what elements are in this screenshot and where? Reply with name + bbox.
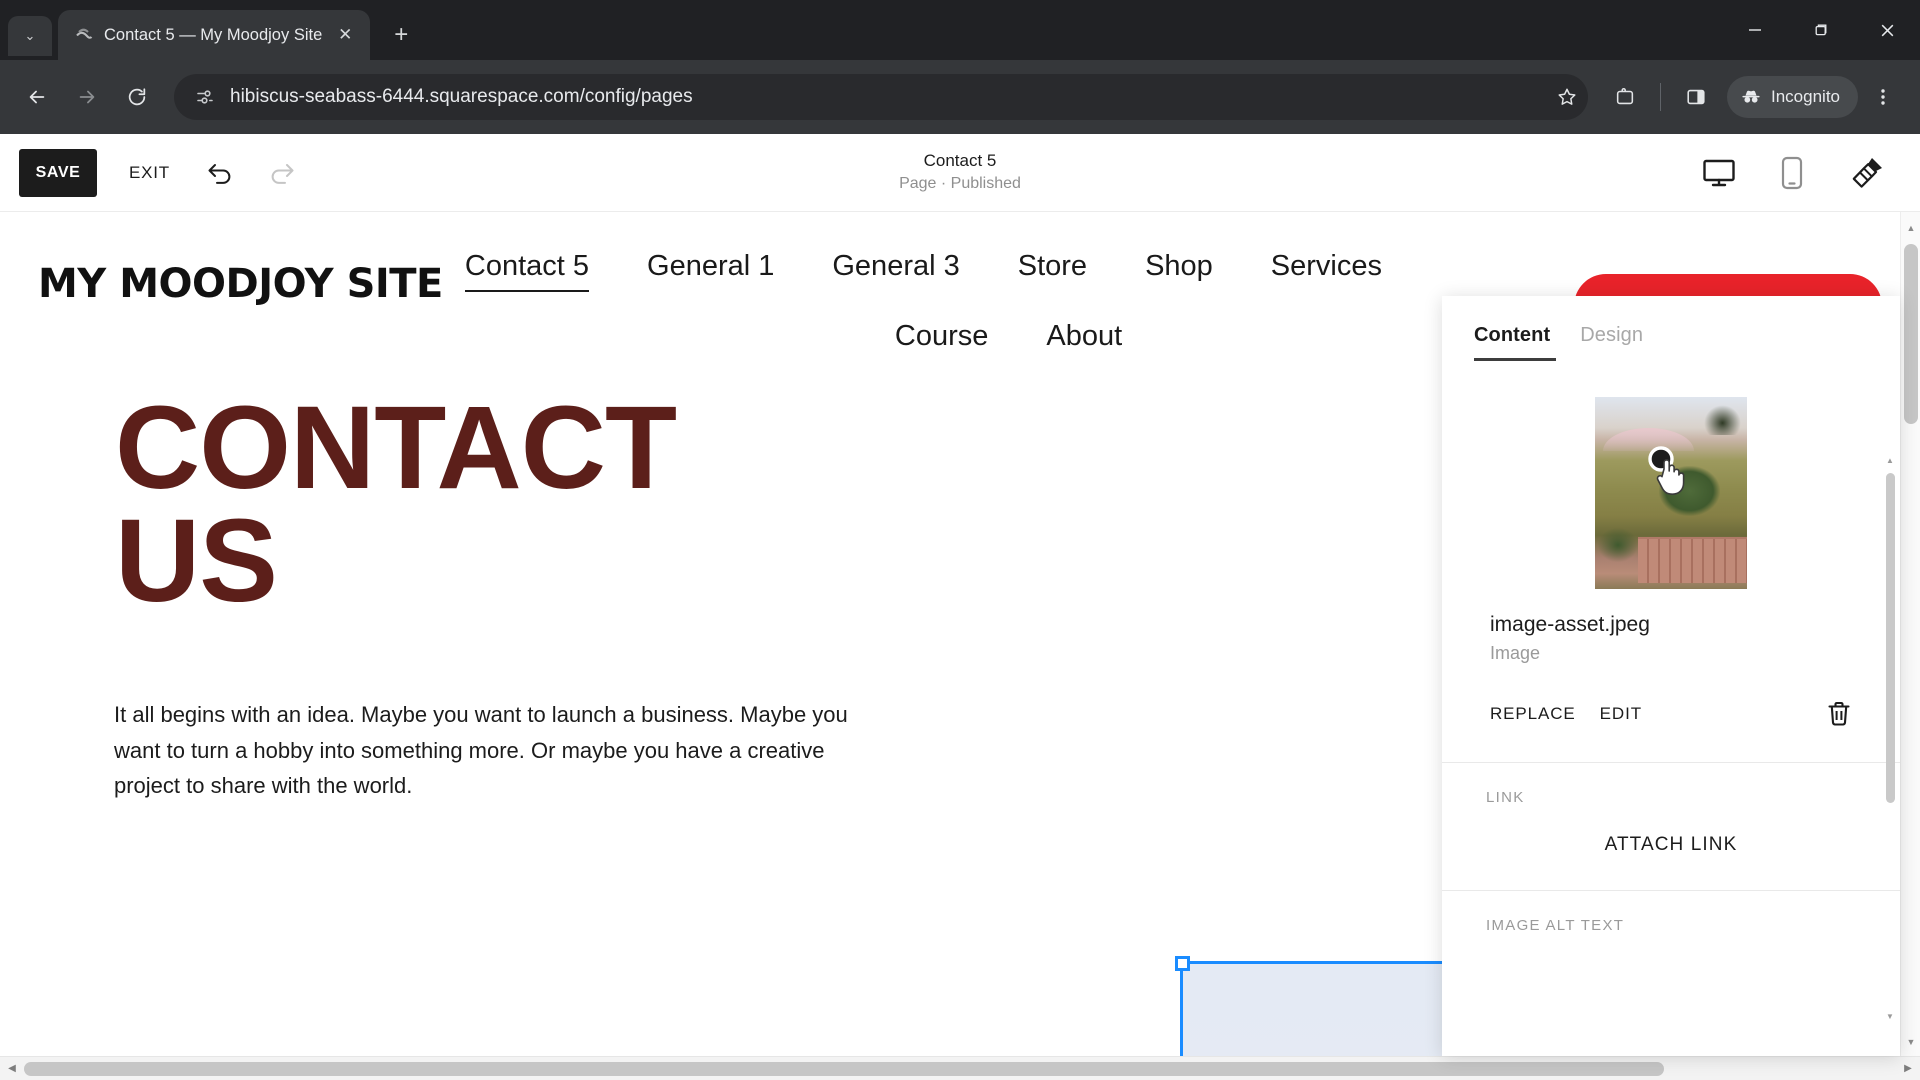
nav-item-general-3[interactable]: General 3 [832,248,959,292]
image-settings-panel: Content Design image-asset.jpeg Image RE… [1442,296,1900,1056]
incognito-indicator[interactable]: Incognito [1727,76,1858,118]
incognito-label: Incognito [1771,87,1840,106]
site-scroll-right-arrow[interactable]: ▶ [1896,1057,1920,1080]
site-navigation-row-2: Course About [895,318,1122,360]
tab-search-button[interactable]: ⌄ [8,16,52,56]
window-maximize-button[interactable] [1788,0,1854,60]
browser-toolbar: hibiscus-seabass-6444.squarespace.com/co… [0,60,1920,134]
extensions-icon[interactable] [1602,74,1648,120]
site-scrollbar-thumb[interactable] [1904,244,1918,424]
window-controls [1722,0,1920,60]
window-minimize-button[interactable] [1722,0,1788,60]
panel-body: image-asset.jpeg Image REPLACE EDIT LINK… [1442,361,1900,1041]
forward-button[interactable] [64,74,110,120]
squarespace-editor-toolbar: SAVE EXIT Contact 5 Page · Published [0,134,1920,212]
save-button[interactable]: SAVE [19,148,97,197]
panel-divider-2 [1442,890,1900,891]
horizontal-scroll-track[interactable] [24,1057,1896,1080]
selection-handle[interactable] [1175,956,1190,971]
mobile-view-icon[interactable] [1780,156,1804,190]
panel-scrollbar-vertical[interactable]: ▲ ▼ [1884,453,1896,1023]
nav-item-store[interactable]: Store [1018,248,1087,292]
panel-scroll-up-arrow[interactable]: ▲ [1884,453,1896,467]
nav-item-shop[interactable]: Shop [1145,248,1213,292]
image-file-type: Image [1490,643,1541,663]
panel-divider-1 [1442,762,1900,763]
toolbar-divider [1660,83,1661,111]
star-icon[interactable] [1554,84,1580,110]
trash-icon[interactable] [1826,700,1852,728]
thumbnail-mountain [1602,427,1694,451]
site-scrollbar-horizontal[interactable]: ◀ ▶ [0,1056,1920,1080]
image-thumbnail[interactable] [1595,397,1747,589]
nav-item-contact-5[interactable]: Contact 5 [464,248,590,293]
url-text: hibiscus-seabass-6444.squarespace.com/co… [230,86,693,107]
undo-icon[interactable] [204,156,238,190]
desktop-view-icon[interactable] [1702,158,1736,188]
thumbnail-bush-upper [1658,466,1720,517]
image-file-actions: REPLACE EDIT [1490,700,1900,728]
nav-item-course[interactable]: Course [895,318,989,360]
toolbar-right-actions: Incognito [1602,74,1906,120]
redo-icon[interactable] [264,156,298,190]
browser-menu-button[interactable] [1860,74,1906,120]
site-scroll-left-arrow[interactable]: ◀ [0,1057,24,1080]
panel-scroll-down-arrow[interactable]: ▼ [1884,1009,1896,1023]
attach-link-button[interactable]: ATTACH LINK [1442,834,1900,856]
site-settings-icon[interactable] [192,84,218,110]
back-button[interactable] [14,74,60,120]
replace-button[interactable]: REPLACE [1490,704,1576,724]
exit-button[interactable]: EXIT [129,163,170,183]
side-panel-icon[interactable] [1673,74,1719,120]
page-heading-line-1: CONTACT [115,382,677,514]
tab-close-button[interactable]: ✕ [332,22,358,48]
nav-item-about[interactable]: About [1046,318,1122,360]
reload-button[interactable] [114,74,160,120]
tab-title: Contact 5 — My Moodjoy Site [104,25,323,44]
site-logo[interactable]: MY MOODJOY SITE [38,264,443,304]
panel-scrollbar-thumb[interactable] [1886,473,1895,803]
site-navigation: Contact 5 General 1 General 3 Store Shop… [464,246,1485,361]
site-scrollbar-vertical[interactable]: ▲ ▼ [1900,212,1920,1056]
thumbnail-tree [1704,404,1741,436]
panel-tabs: Content Design [1442,296,1900,361]
image-thumbnail-wrapper[interactable] [1442,361,1900,589]
incognito-icon [1742,90,1760,103]
site-scroll-down-arrow[interactable]: ▼ [1901,1032,1920,1052]
horizontal-scrollbar-thumb[interactable] [24,1061,1664,1076]
tab-content[interactable]: Content [1474,324,1550,361]
browser-window: ⌄ Contact 5 — My Moodjoy Site ✕ + hibisc… [0,0,1920,1080]
address-bar[interactable]: hibiscus-seabass-6444.squarespace.com/co… [174,74,1588,120]
link-section-label: LINK [1486,789,1525,806]
new-tab-button[interactable]: + [382,16,420,54]
nav-item-services[interactable]: Services [1271,248,1382,292]
edit-button[interactable]: EDIT [1600,704,1642,724]
site-scroll-up-arrow[interactable]: ▲ [1901,218,1920,238]
editor-view-controls [1702,156,1920,190]
browser-tab[interactable]: Contact 5 — My Moodjoy Site ✕ [58,10,371,60]
paintbrush-icon[interactable] [1848,156,1884,190]
nav-item-general-1[interactable]: General 1 [647,248,774,292]
tab-design[interactable]: Design [1580,324,1643,361]
tab-strip: ⌄ Contact 5 — My Moodjoy Site ✕ + [0,0,1920,60]
page-heading[interactable]: CONTACT US [115,382,677,628]
squarespace-favicon [74,25,94,45]
page-paragraph[interactable]: It all begins with an idea. Maybe you wa… [114,697,874,804]
chevron-down-icon: ⌄ [24,28,36,43]
image-alt-text-section-label: IMAGE ALT TEXT [1486,917,1625,934]
thumbnail-bush-lower [1598,527,1638,563]
window-close-button[interactable] [1854,0,1920,60]
thumbnail-fence [1637,537,1747,584]
image-file-name: image-asset.jpeg [1490,613,1650,636]
page-heading-line-2: US [115,495,278,628]
